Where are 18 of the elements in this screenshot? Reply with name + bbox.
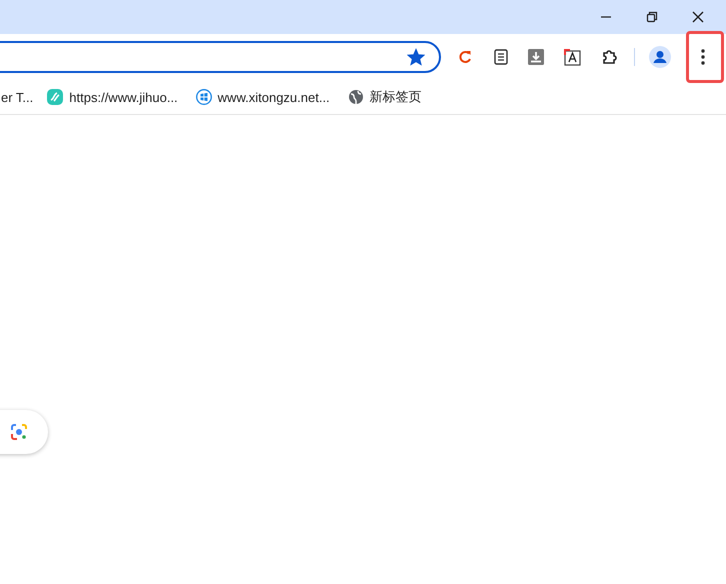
windows-logo-icon: [196, 89, 212, 105]
document-icon[interactable]: [494, 49, 508, 65]
bookmark-star-icon[interactable]: [407, 48, 425, 66]
bookmark-item[interactable]: https://www.jihuo...: [47, 89, 178, 105]
profile-avatar-icon[interactable]: [649, 46, 671, 68]
more-menu-icon[interactable]: [701, 49, 705, 65]
camera-lens-icon: [10, 423, 28, 441]
leaf-icon: [47, 89, 64, 105]
download-icon[interactable]: [528, 49, 544, 65]
restore-icon: [646, 11, 658, 23]
puzzle-icon[interactable]: [601, 48, 619, 66]
bookmark-item[interactable]: er T...: [1, 90, 34, 104]
address-field[interactable]: [0, 41, 441, 73]
bookmark-item[interactable]: www.xitongzu.net...: [196, 89, 330, 105]
bookmark-item[interactable]: 新标签页: [348, 88, 422, 106]
font-icon[interactable]: [564, 48, 581, 66]
globe-icon: [348, 89, 364, 105]
close-icon: [692, 11, 704, 23]
